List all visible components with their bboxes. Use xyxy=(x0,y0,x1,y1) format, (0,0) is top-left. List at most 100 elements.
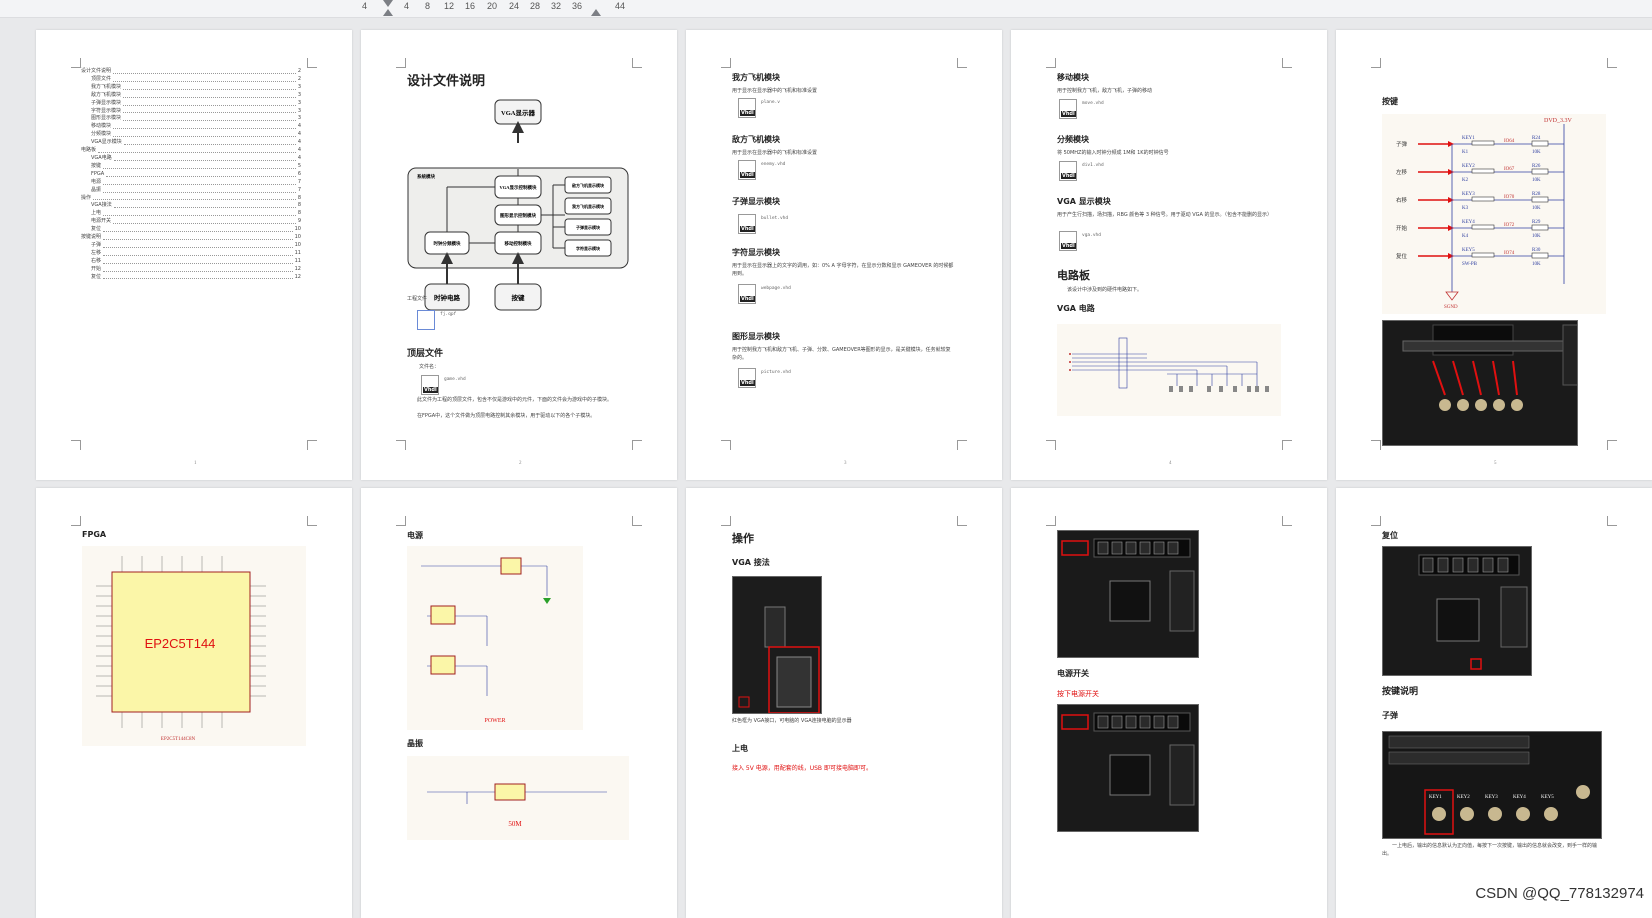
toc-entry-title: 按键 xyxy=(91,163,101,171)
heading-operation: 操作 xyxy=(732,530,754,546)
toc-entry[interactable]: VGA接法8 xyxy=(81,202,301,210)
toc-entry[interactable]: 电源7 xyxy=(81,179,301,187)
heading-design-files: 设计文件说明 xyxy=(407,70,485,89)
key-function-label: 开始 xyxy=(1396,224,1408,232)
vhdl-file-icon[interactable]: Vhdlenemy.vhd xyxy=(738,160,756,180)
key-res-value: 10K xyxy=(1532,206,1541,211)
toc-entry-page: 3 xyxy=(298,108,301,116)
toc-entry[interactable]: 设计文件说明2 xyxy=(81,68,301,76)
board-desc: 该设计中涉及到的硬件电路如下。 xyxy=(1067,286,1142,294)
crop-mark xyxy=(71,58,81,68)
heading-reset: 复位 xyxy=(1382,530,1398,541)
toc-entry[interactable]: FPGA6 xyxy=(81,171,301,179)
toc-entry[interactable]: 我方飞机模块3 xyxy=(81,84,301,92)
char-label: 字符显示模块 xyxy=(576,245,600,251)
toc-entry[interactable]: 顶层文件2 xyxy=(81,76,301,84)
toc-entry-page: 4 xyxy=(298,139,301,147)
page-6[interactable]: FPGA EP2C5T144 EP2C5T144C8N xyxy=(36,488,352,918)
page-number: 3 xyxy=(844,461,847,466)
toc-entry[interactable]: 电路板4 xyxy=(81,147,301,155)
toc-entry[interactable]: 右移11 xyxy=(81,258,301,266)
heading-keys: 按键 xyxy=(1382,96,1398,107)
page-5[interactable]: 按键 DVD_3.3V KEY1K1IO64R2410K子弹KEY2K2IO67… xyxy=(1336,30,1652,480)
toc-entry[interactable]: 按键说明10 xyxy=(81,234,301,242)
toc-entry[interactable]: 左移11 xyxy=(81,250,301,258)
page-8[interactable]: 操作 VGA 接法 红色框为 VGA接口，可电脑的 VGA连接电脑的显示器 上电… xyxy=(686,488,1002,918)
toc-entry[interactable]: 分频模块4 xyxy=(81,131,301,139)
key-schematic: DVD_3.3V KEY1K1IO64R2410K子弹KEY2K2IO67R26… xyxy=(1382,114,1606,314)
toc-entry[interactable]: 子弹显示模块3 xyxy=(81,100,301,108)
vhdl-file-icon[interactable]: Vhdlbullet.vhd xyxy=(738,214,756,234)
power-schematic: POWER xyxy=(407,546,583,730)
toc-entry[interactable]: 复位10 xyxy=(81,226,301,234)
page-number: 1 xyxy=(194,461,197,466)
toc-entry[interactable]: 图形显示模块3 xyxy=(81,115,301,123)
toc-entry[interactable]: 移动模块4 xyxy=(81,123,301,131)
toc-entry[interactable]: 晶振7 xyxy=(81,187,301,195)
page-9[interactable]: 电源开关 按下电源开关 xyxy=(1011,488,1327,918)
toc-entry[interactable]: 按键5 xyxy=(81,163,301,171)
vhdl-file-icon[interactable]: Vhdlvga.vhd xyxy=(1059,231,1077,251)
toc-leader xyxy=(123,100,296,106)
page-4[interactable]: 移动模块 用于控制我方飞机，敌方飞机，子弹的移动 Vhdlmove.vhd 分频… xyxy=(1011,30,1327,480)
toc-entry-page: 2 xyxy=(298,68,301,76)
vhdl-file-icon[interactable]: Vhdldiv1.vhd xyxy=(1059,161,1077,181)
crop-mark xyxy=(1046,58,1056,68)
horizontal-ruler[interactable]: 4 4 8 12 16 20 24 28 32 36 44 xyxy=(0,0,1652,18)
heading-bullet: 子弹显示模块 xyxy=(732,196,780,207)
toc-entry[interactable]: 敌方飞机模块3 xyxy=(81,92,301,100)
vga-circuit-schematic xyxy=(1057,324,1281,416)
toc-leader xyxy=(103,187,296,193)
key-function-label: 复位 xyxy=(1396,252,1408,260)
toc-entry-title: 操作 xyxy=(81,195,91,203)
toc-leader xyxy=(123,84,296,90)
vhdl-file-icon[interactable]: Vhdlpicture.vhd xyxy=(738,368,756,388)
vhdl-file-icon[interactable]: Vhdlgame.vhd xyxy=(421,375,439,395)
toc-entry[interactable]: VGA电路4 xyxy=(81,155,301,163)
toc-entry[interactable]: 开始12 xyxy=(81,266,301,274)
toc-entry[interactable]: 复位12 xyxy=(81,274,301,282)
key-switch xyxy=(1472,225,1494,229)
crop-mark xyxy=(307,58,317,68)
ruler-indent-marker[interactable] xyxy=(383,9,393,16)
page-2[interactable]: 设计文件说明 VGA显示器 系统模块 VGA显示控制模块 图形显示控制模块 时钟… xyxy=(361,30,677,480)
toc-entry-title: VGA显示模块 xyxy=(91,139,122,147)
table-of-contents: 设计文件说明2顶层文件2我方飞机模块3敌方飞机模块3子弹显示模块3字符显示模块3… xyxy=(81,68,301,281)
chip-label: EP2C5T144 xyxy=(145,636,216,651)
toc-leader xyxy=(123,108,296,114)
toc-leader xyxy=(123,115,296,121)
toc-entry[interactable]: 上电8 xyxy=(81,210,301,218)
toc-entry-page: 4 xyxy=(298,123,301,131)
toc-entry[interactable]: VGA显示模块 4 xyxy=(81,139,301,147)
vhdl-file-icon[interactable]: Vhdlmove.vhd xyxy=(1059,99,1077,119)
key-res-value: 10K xyxy=(1532,150,1541,155)
move-desc: 用于控制我方飞机，敌方飞机，子弹的移动 xyxy=(1057,87,1152,95)
toc-entry[interactable]: 操作8 xyxy=(81,195,301,203)
heading-power: 电源 xyxy=(407,530,423,541)
vhdl-file-icon[interactable]: Vhdlplane.v xyxy=(738,98,756,118)
key-res-value: 10K xyxy=(1532,234,1541,239)
heading-bullet-key: 子弹 xyxy=(1382,710,1398,721)
ruler-indent-marker[interactable] xyxy=(383,0,393,7)
ruler-indent-marker[interactable] xyxy=(591,9,601,16)
quartus-file-icon[interactable]: fj.qpf xyxy=(417,310,435,330)
heading-enemy-plane: 敌方飞机模块 xyxy=(732,134,780,145)
page-1[interactable]: 设计文件说明2顶层文件2我方飞机模块3敌方飞机模块3子弹显示模块3字符显示模块3… xyxy=(36,30,352,480)
crop-mark xyxy=(632,440,642,450)
key-res-ref: R30 xyxy=(1532,248,1541,253)
key-ref: K3 xyxy=(1462,206,1469,211)
toc-leader xyxy=(103,163,296,169)
vga-display-label: VGA显示器 xyxy=(501,108,535,117)
toc-entry[interactable]: 电源开关9 xyxy=(81,218,301,226)
page-10[interactable]: 复位 按键说明 子弹 KEY1 KEY2 KEY3 KEY4 KEY5 一上电后… xyxy=(1336,488,1652,918)
crop-mark xyxy=(396,440,406,450)
toc-entry[interactable]: 子弹10 xyxy=(81,242,301,250)
toc-entry-page: 4 xyxy=(298,131,301,139)
power-label: DVD_3.3V xyxy=(1544,118,1572,124)
vhdl-file-icon[interactable]: Vhdlwebpage.vhd xyxy=(738,284,756,304)
toc-entry-title: 我方飞机模块 xyxy=(91,84,121,92)
crop-mark xyxy=(721,58,731,68)
toc-leader xyxy=(123,92,296,98)
page-3[interactable]: 我方飞机模块 用于显示在显示器中的飞机和标准设置 Vhdlplane.v 敌方飞… xyxy=(686,30,1002,480)
page-7[interactable]: 电源 POWER 晶振 50M xyxy=(361,488,677,918)
